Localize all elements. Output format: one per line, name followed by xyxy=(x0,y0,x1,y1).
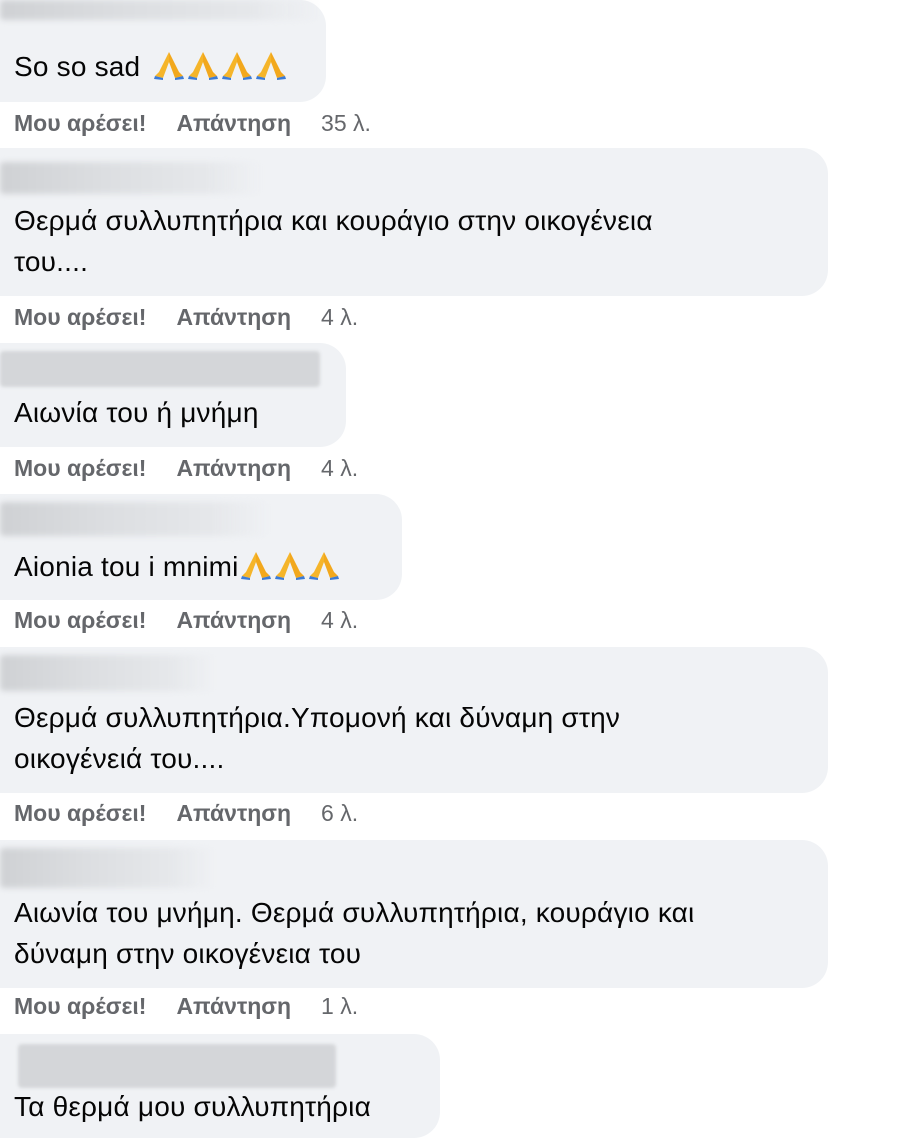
reply-button[interactable]: Απάντηση xyxy=(176,455,291,481)
author-name-redacted[interactable] xyxy=(0,655,215,691)
comment-text-line: Τα θερμά μου συλλυπητήρια xyxy=(14,1091,371,1122)
comment-text-line: οικογένειά του.... xyxy=(14,743,225,774)
comment-timestamp[interactable]: 6 λ. xyxy=(321,800,358,826)
like-button[interactable]: Μου αρέσει! xyxy=(14,304,146,330)
author-name-redacted[interactable] xyxy=(18,1044,336,1088)
comment-text: Τα θερμά μου συλλυπητήρια xyxy=(14,1086,371,1127)
pray-icon xyxy=(186,50,220,80)
comment-text-line: Αιωνία του μνήμη. Θερμά συλλυπητήρια, κο… xyxy=(14,897,695,928)
comment-bubble: Θερμά συλλυπητήρια και κουράγιο στην οικ… xyxy=(0,148,828,296)
reply-button[interactable]: Απάντηση xyxy=(176,110,291,136)
reply-button[interactable]: Απάντηση xyxy=(176,800,291,826)
comment-text-line: του.... xyxy=(14,246,89,277)
pray-icon xyxy=(307,550,341,580)
comment-text-line: δύναμη στην οικογένεια του xyxy=(14,938,362,969)
comment-timestamp[interactable]: 1 λ. xyxy=(321,993,358,1019)
like-button[interactable]: Μου αρέσει! xyxy=(14,993,146,1019)
comment-text: Aionia tou i mnimi xyxy=(14,546,341,587)
comment-timestamp[interactable]: 35 λ. xyxy=(321,110,371,136)
comment-bubble: Αιωνία του μνήμη. Θερμά συλλυπητήρια, κο… xyxy=(0,840,828,988)
author-name-redacted[interactable] xyxy=(0,848,215,888)
author-name-redacted[interactable] xyxy=(0,0,320,20)
comment-timestamp[interactable]: 4 λ. xyxy=(321,607,358,633)
author-name-redacted[interactable] xyxy=(0,502,270,536)
pray-icon xyxy=(254,50,288,80)
pray-icon xyxy=(220,50,254,80)
comment-bubble: Aionia tou i mnimi xyxy=(0,494,402,600)
comment-text-line: Θερμά συλλυπητήρια.Υπομονή και δύναμη στ… xyxy=(14,702,621,733)
comment-text: Αιωνία του μνήμη. Θερμά συλλυπητήρια, κο… xyxy=(14,892,694,974)
like-button[interactable]: Μου αρέσει! xyxy=(14,455,146,481)
reply-button[interactable]: Απάντηση xyxy=(176,993,291,1019)
comment-text: So so sad xyxy=(14,46,288,87)
comment-actions: Μου αρέσει! Απάντηση 6 λ. xyxy=(14,800,358,826)
comment-bubble: So so sad xyxy=(0,0,326,102)
author-name-redacted[interactable] xyxy=(0,162,262,194)
like-button[interactable]: Μου αρέσει! xyxy=(14,607,146,633)
pray-icon xyxy=(273,550,307,580)
like-button[interactable]: Μου αρέσει! xyxy=(14,800,146,826)
comment-bubble: Θερμά συλλυπητήρια.Υπομονή και δύναμη στ… xyxy=(0,647,828,793)
comment-text: Θερμά συλλυπητήρια και κουράγιο στην οικ… xyxy=(14,200,653,282)
author-name-redacted[interactable] xyxy=(0,351,320,387)
pray-icon xyxy=(152,50,186,80)
comment-text-line: Aionia tou i mnimi xyxy=(14,551,239,582)
comment-actions: Μου αρέσει! Απάντηση 35 λ. xyxy=(14,110,371,136)
comment-actions: Μου αρέσει! Απάντηση 4 λ. xyxy=(14,455,358,481)
comment-text-line: So so sad xyxy=(14,51,141,82)
comment-bubble: Τα θερμά μου συλλυπητήρια xyxy=(0,1034,440,1138)
comment-text: Αιωνία του ή μνήμη xyxy=(14,392,259,433)
comment-text: Θερμά συλλυπητήρια.Υπομονή και δύναμη στ… xyxy=(14,697,620,779)
pray-icon xyxy=(239,550,273,580)
comment-text-line: Θερμά συλλυπητήρια και κουράγιο στην οικ… xyxy=(14,205,653,236)
comment-actions: Μου αρέσει! Απάντηση 4 λ. xyxy=(14,304,358,330)
like-button[interactable]: Μου αρέσει! xyxy=(14,110,146,136)
comment-bubble: Αιωνία του ή μνήμη xyxy=(0,343,346,447)
comment-actions: Μου αρέσει! Απάντηση 4 λ. xyxy=(14,607,358,633)
comment-timestamp[interactable]: 4 λ. xyxy=(321,304,358,330)
comment-timestamp[interactable]: 4 λ. xyxy=(321,455,358,481)
comment-text-line: Αιωνία του ή μνήμη xyxy=(14,397,259,428)
reply-button[interactable]: Απάντηση xyxy=(176,304,291,330)
comment-actions: Μου αρέσει! Απάντηση 1 λ. xyxy=(14,993,358,1019)
reply-button[interactable]: Απάντηση xyxy=(176,607,291,633)
